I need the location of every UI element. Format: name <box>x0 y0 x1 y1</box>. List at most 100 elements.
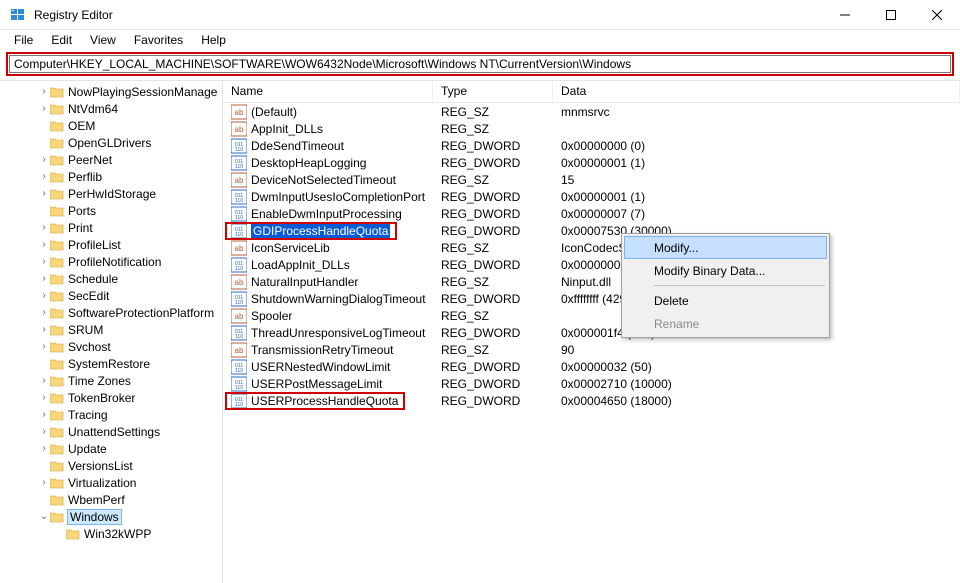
folder-icon <box>50 511 64 523</box>
chevron-right-icon[interactable]: › <box>38 443 50 454</box>
list-row[interactable]: AppInit_DLLsREG_SZ <box>223 120 960 137</box>
tree-item[interactable]: ·OpenGLDrivers <box>0 134 222 151</box>
tree-item[interactable]: ·OEM <box>0 117 222 134</box>
chevron-right-icon[interactable]: › <box>38 188 50 199</box>
chevron-right-icon[interactable]: › <box>38 392 50 403</box>
chevron-down-icon[interactable]: ⌄ <box>38 511 50 522</box>
chevron-right-icon[interactable]: › <box>38 290 50 301</box>
col-name[interactable]: Name <box>223 81 433 102</box>
list-row[interactable]: DesktopHeapLoggingREG_DWORD0x00000001 (1… <box>223 154 960 171</box>
chevron-right-icon[interactable]: › <box>38 86 50 97</box>
chevron-right-icon[interactable]: › <box>38 171 50 182</box>
tree-item[interactable]: ›Svchost <box>0 338 222 355</box>
chevron-right-icon[interactable]: › <box>38 222 50 233</box>
menu-file[interactable]: File <box>6 31 41 49</box>
list-row[interactable]: ThreadUnresponsiveLogTimeoutREG_DWORD0x0… <box>223 324 960 341</box>
tree-item[interactable]: ›SecEdit <box>0 287 222 304</box>
tree-item[interactable]: ›Print <box>0 219 222 236</box>
tree-item[interactable]: ›ProfileNotification <box>0 253 222 270</box>
value-type: REG_SZ <box>433 173 553 187</box>
menu-help[interactable]: Help <box>193 31 234 49</box>
address-bar[interactable] <box>9 55 951 73</box>
tree-label: TokenBroker <box>68 391 135 405</box>
tree-label: Schedule <box>68 272 118 286</box>
value-type: REG_DWORD <box>433 139 553 153</box>
tree-item[interactable]: ·WbemPerf <box>0 491 222 508</box>
tree-item[interactable]: › Perflib <box>0 168 222 185</box>
folder-icon <box>50 392 64 404</box>
ctx-delete[interactable]: Delete <box>624 289 827 312</box>
tree-item[interactable]: ·Win32kWPP <box>0 525 222 542</box>
menu-favorites[interactable]: Favorites <box>126 31 191 49</box>
chevron-right-icon[interactable]: › <box>38 341 50 352</box>
list-row[interactable]: USERPostMessageLimitREG_DWORD0x00002710 … <box>223 375 960 392</box>
tree-label: Perflib <box>68 170 102 184</box>
chevron-right-icon[interactable]: › <box>38 273 50 284</box>
list-row[interactable]: IconServiceLibREG_SZIconCodecService.dll <box>223 239 960 256</box>
tree-item[interactable]: ›NowPlayingSessionManage <box>0 83 222 100</box>
tree-item[interactable]: › Schedule <box>0 270 222 287</box>
list-row[interactable]: (Default)REG_SZmnmsrvc <box>223 103 960 120</box>
list-row[interactable]: DdeSendTimeoutREG_DWORD0x00000000 (0) <box>223 137 960 154</box>
tree-item[interactable]: ›Time Zones <box>0 372 222 389</box>
list-row[interactable]: NaturalInputHandlerREG_SZNinput.dll <box>223 273 960 290</box>
tree-item[interactable]: ›Update <box>0 440 222 457</box>
list-row[interactable]: USERNestedWindowLimitREG_DWORD0x00000032… <box>223 358 960 375</box>
chevron-right-icon[interactable]: › <box>38 426 50 437</box>
tree-item[interactable]: ›NtVdm64 <box>0 100 222 117</box>
maximize-button[interactable] <box>868 0 914 30</box>
tree-pane[interactable]: ›NowPlayingSessionManage›NtVdm64·OEM·Ope… <box>0 81 222 583</box>
tree-item[interactable]: › TokenBroker <box>0 389 222 406</box>
chevron-right-icon[interactable]: › <box>38 103 50 114</box>
chevron-right-icon[interactable]: › <box>38 154 50 165</box>
chevron-right-icon[interactable]: › <box>38 256 50 267</box>
chevron-right-icon[interactable]: › <box>38 477 50 488</box>
tree-item[interactable]: ·SystemRestore <box>0 355 222 372</box>
tree-item[interactable]: ·Ports <box>0 202 222 219</box>
dword-value-icon <box>231 206 247 222</box>
tree-item[interactable]: ›ProfileList <box>0 236 222 253</box>
tree-item[interactable]: ›SRUM <box>0 321 222 338</box>
list-row[interactable]: SpoolerREG_SZ <box>223 307 960 324</box>
ctx-modify[interactable]: Modify... <box>624 236 827 259</box>
list-row[interactable]: DwmInputUsesIoCompletionPortREG_DWORD0x0… <box>223 188 960 205</box>
tree-label: Virtualization <box>68 476 136 490</box>
folder-icon <box>50 171 64 183</box>
dword-value-icon <box>231 291 247 307</box>
value-data: mnmsrvc <box>553 105 960 119</box>
menu-view[interactable]: View <box>82 31 124 49</box>
tree-label: UnattendSettings <box>68 425 160 439</box>
chevron-right-icon[interactable]: › <box>38 307 50 318</box>
folder-icon <box>50 273 64 285</box>
list-row[interactable]: ShutdownWarningDialogTimeoutREG_DWORD0xf… <box>223 290 960 307</box>
value-data: 0x00000007 (7) <box>553 207 960 221</box>
dword-value-icon <box>231 223 247 239</box>
tree-item[interactable]: ›Tracing <box>0 406 222 423</box>
ctx-modify-binary[interactable]: Modify Binary Data... <box>624 259 827 282</box>
list-row[interactable]: LoadAppInit_DLLsREG_DWORD0x00000000 (0) <box>223 256 960 273</box>
list-row[interactable]: USERProcessHandleQuotaREG_DWORD0x0000465… <box>223 392 960 409</box>
tree-item[interactable]: ⌄Windows <box>0 508 222 525</box>
chevron-right-icon[interactable]: › <box>38 375 50 386</box>
chevron-right-icon[interactable]: › <box>38 324 50 335</box>
menu-edit[interactable]: Edit <box>43 31 80 49</box>
tree-item[interactable]: › UnattendSettings <box>0 423 222 440</box>
list-row[interactable]: GDIProcessHandleQuotaREG_DWORD0x00007530… <box>223 222 960 239</box>
list-row[interactable]: DeviceNotSelectedTimeoutREG_SZ15 <box>223 171 960 188</box>
tree-item[interactable]: ·VersionsList <box>0 457 222 474</box>
col-data[interactable]: Data <box>553 81 960 102</box>
list-row[interactable]: EnableDwmInputProcessingREG_DWORD0x00000… <box>223 205 960 222</box>
list-body[interactable]: (Default)REG_SZmnmsrvcAppInit_DLLsREG_SZ… <box>223 103 960 409</box>
tree-item[interactable]: › PerHwIdStorage <box>0 185 222 202</box>
chevron-right-icon[interactable]: › <box>38 409 50 420</box>
tree-item[interactable]: › Virtualization <box>0 474 222 491</box>
tree-item[interactable]: ›PeerNet <box>0 151 222 168</box>
col-type[interactable]: Type <box>433 81 553 102</box>
titlebar: Registry Editor <box>0 0 960 30</box>
tree-item[interactable]: ›SoftwareProtectionPlatform <box>0 304 222 321</box>
tree-label: PerHwIdStorage <box>68 187 156 201</box>
list-row[interactable]: TransmissionRetryTimeoutREG_SZ90 <box>223 341 960 358</box>
minimize-button[interactable] <box>822 0 868 30</box>
chevron-right-icon[interactable]: › <box>38 239 50 250</box>
close-button[interactable] <box>914 0 960 30</box>
